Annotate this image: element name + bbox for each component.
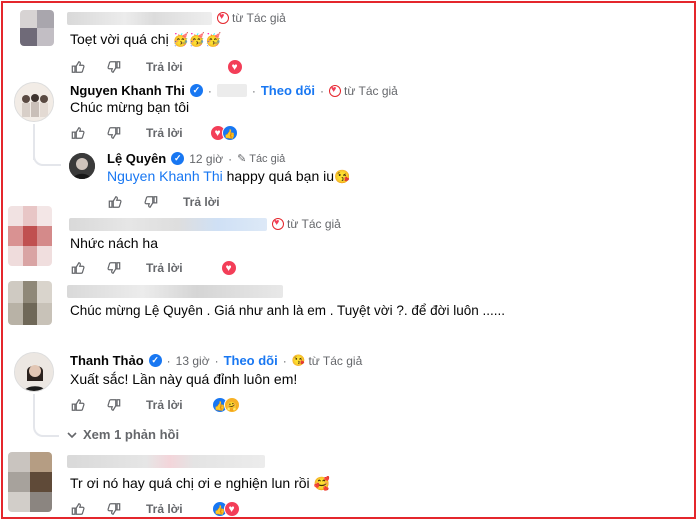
blurred-avatar[interactable] (8, 452, 52, 512)
blurred-name (67, 285, 283, 298)
author-heart-icon (329, 84, 342, 97)
profile-photo (15, 353, 53, 391)
follow-button[interactable]: Theo dõi (261, 83, 315, 98)
comment-actions: Trả lời ♥ (71, 259, 237, 277)
reaction-summary[interactable]: 👍 🤗 (211, 397, 240, 413)
see-replies-button[interactable]: Xem 1 phản hồi (67, 427, 179, 442)
author-heart-icon (272, 217, 284, 230)
comments-panel: từ Tác giả Toẹt vời quá chị 🥳🥳🥳 Trả lời … (1, 1, 696, 519)
like-outline-icon[interactable] (71, 126, 85, 140)
blurred-avatar[interactable] (8, 281, 52, 325)
thread-connector (33, 417, 59, 437)
comment-header: từ Tác giả (67, 11, 286, 25)
kiss-heart-icon: 😘 (291, 355, 306, 367)
author-badge: từ Tác giả (272, 217, 341, 231)
reply-button[interactable]: Trả lời (146, 60, 183, 74)
comment-header (67, 455, 265, 468)
comment-text: Chúc mừng bạn tôi (70, 99, 190, 115)
blurred-avatar[interactable] (20, 10, 54, 46)
author-heart-icon (217, 11, 229, 24)
like-outline-icon[interactable] (71, 502, 85, 516)
commenter-name[interactable]: Nguyen Khanh Thi (70, 83, 185, 98)
comment-actions: Trả lời 👍 ♥ (71, 500, 240, 517)
dislike-outline-icon[interactable] (107, 60, 121, 74)
verified-badge-icon: ✓ (171, 152, 185, 165)
comment-header (67, 285, 283, 298)
profile-photo (69, 153, 95, 179)
dislike-outline-icon[interactable] (107, 502, 121, 516)
author-label: ✎ Tác giả (237, 153, 286, 165)
avatar[interactable] (14, 82, 54, 122)
comment-header: Lệ Quyên ✓ 12 giờ · ✎ Tác giả (107, 151, 286, 166)
dislike-outline-icon[interactable] (144, 195, 158, 209)
party-emoji: 🥳🥳🥳 (172, 32, 222, 47)
comment-actions: Trả lời (108, 193, 220, 211)
avatar[interactable] (14, 352, 54, 392)
follow-button[interactable]: Theo dõi (224, 353, 278, 368)
comment-text: Chúc mừng Lệ Quyên . Giá như anh là em .… (70, 303, 505, 318)
comment-actions: Trả lời 👍 🤗 (71, 396, 240, 414)
blurred-name (67, 11, 212, 25)
pen-icon: ✎ (237, 153, 247, 165)
reply-button[interactable]: Trả lời (146, 502, 183, 516)
timestamp[interactable]: 13 giờ (176, 354, 210, 368)
care-reaction-icon: 🤗 (223, 397, 240, 413)
reply-button[interactable]: Trả lời (183, 195, 220, 209)
dislike-outline-icon[interactable] (107, 126, 121, 140)
dislike-outline-icon[interactable] (107, 261, 121, 275)
love-reaction-icon: ♥ (223, 501, 240, 517)
like-outline-icon[interactable] (108, 195, 122, 209)
commenter-name[interactable]: Thanh Thảo (70, 353, 144, 368)
comment-actions: Trả lời ♥ 👍 (71, 124, 238, 142)
kiss-emoji: 😘 (334, 169, 351, 184)
like-outline-icon[interactable] (71, 398, 85, 412)
blurred-time (216, 84, 247, 97)
comment-header: Nguyen Khanh Thi ✓ · · Theo dõi · từ Tác… (70, 83, 398, 98)
author-badge: từ Tác giả (217, 11, 286, 25)
comment-actions: Trả lời ♥ (71, 58, 243, 76)
like-outline-icon[interactable] (71, 60, 85, 74)
dislike-outline-icon[interactable] (107, 398, 121, 412)
comment-text: Tr ơi nó hay quá chị ơi e nghiện lun rồi… (70, 475, 330, 491)
comment-header: từ Tác giả (69, 217, 341, 231)
blurred-avatar[interactable] (8, 206, 52, 266)
group-photo (15, 83, 53, 121)
comment-header: Thanh Thảo ✓ · 13 giờ · Theo dõi · 😘 từ T… (70, 353, 363, 368)
blurred-name (67, 455, 265, 468)
timestamp[interactable]: 12 giờ (189, 152, 223, 166)
chevron-down-icon (67, 431, 77, 438)
commenter-name[interactable]: Lệ Quyên (107, 151, 166, 166)
comment-text: Nguyen Khanh Thi happy quá bạn iu😘 (107, 168, 351, 184)
verified-badge-icon: ✓ (148, 354, 162, 367)
reaction-summary[interactable]: ♥ (226, 59, 243, 75)
author-badge: từ Tác giả (329, 84, 398, 98)
author-badge: 😘 từ Tác giả (291, 353, 363, 368)
blurred-name (69, 217, 267, 231)
comment-text: Toẹt vời quá chị 🥳🥳🥳 (70, 31, 222, 47)
like-reaction-icon: 👍 (221, 125, 238, 141)
reply-button[interactable]: Trả lời (146, 398, 183, 412)
reply-button[interactable]: Trả lời (146, 261, 183, 275)
love-reaction-icon: ♥ (226, 59, 243, 75)
verified-badge-icon: ✓ (189, 84, 203, 97)
reaction-summary[interactable]: ♥ (220, 260, 237, 276)
mention-link[interactable]: Nguyen Khanh Thi (107, 168, 223, 184)
reaction-summary[interactable]: 👍 ♥ (211, 501, 240, 517)
love-reaction-icon: ♥ (220, 260, 237, 276)
avatar[interactable] (69, 153, 95, 179)
smiling-hearts-emoji: 🥰 (313, 476, 330, 491)
reaction-summary[interactable]: ♥ 👍 (209, 125, 238, 141)
like-outline-icon[interactable] (71, 261, 85, 275)
comment-text: Nhức nách ha (70, 235, 158, 251)
thread-connector (33, 148, 61, 166)
comment-text: Xuất sắc! Lần này quá đỉnh luôn em! (70, 371, 298, 387)
reply-button[interactable]: Trả lời (146, 126, 183, 140)
